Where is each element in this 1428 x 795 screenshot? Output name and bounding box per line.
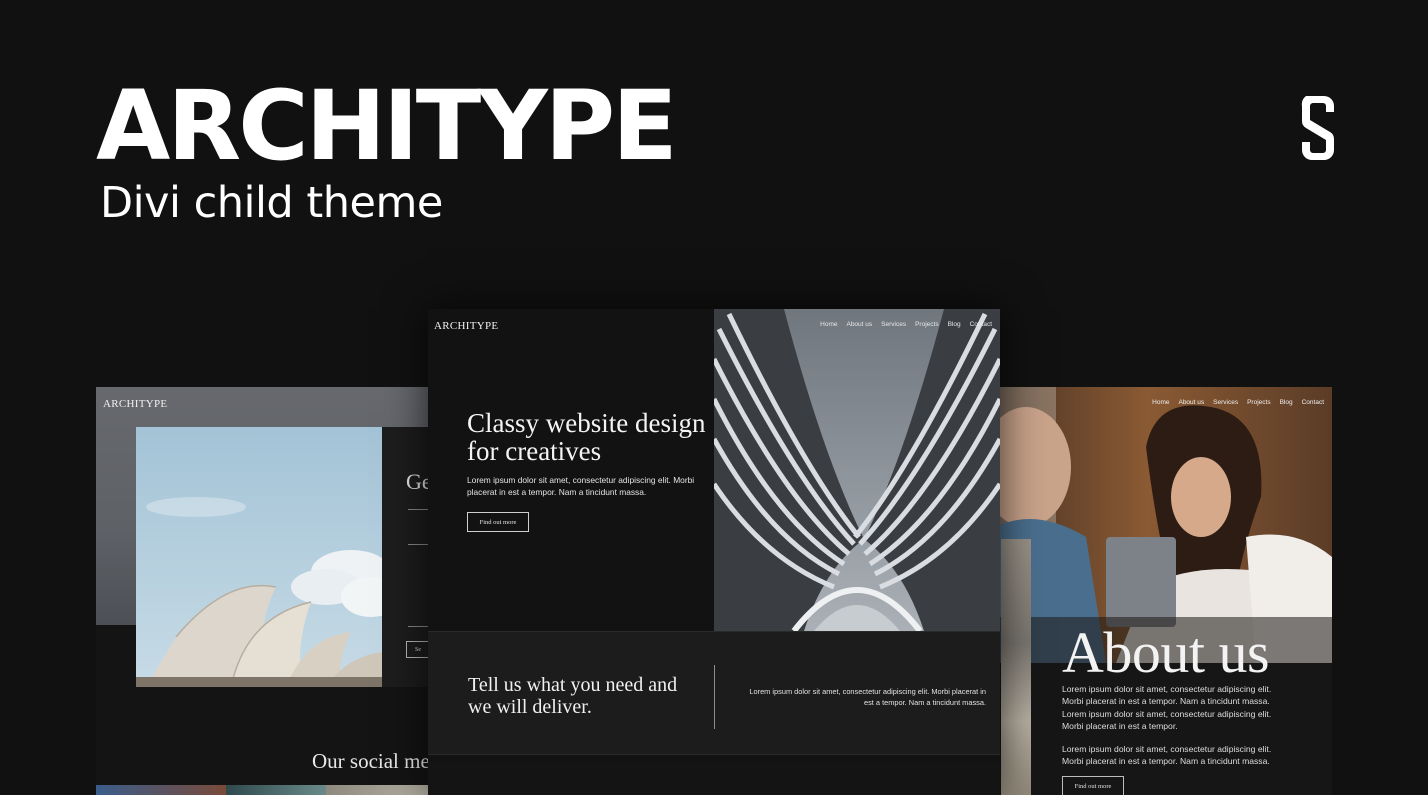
nav-home[interactable]: Home — [1152, 399, 1169, 406]
architecture-photo — [714, 309, 1000, 631]
divi-logo-icon — [1301, 96, 1335, 160]
nav-about[interactable]: About us — [846, 321, 872, 328]
cta-text: Lorem ipsum dolor sit amet, consectetur … — [749, 687, 986, 707]
nav-blog[interactable]: Blog — [1280, 399, 1293, 406]
find-out-more-button[interactable]: Find out more — [467, 512, 529, 532]
about-page-preview: Home About us Services Projects Blog Con… — [996, 387, 1332, 795]
social-image-strip — [326, 785, 436, 795]
nav-services[interactable]: Services — [1213, 399, 1238, 406]
opera-house-photo — [136, 427, 382, 687]
nav-projects[interactable]: Projects — [915, 321, 938, 328]
cta-heading: Tell us what you need and we will delive… — [468, 674, 678, 718]
hero-headline: Classy website design for creatives — [467, 408, 706, 466]
nav-services[interactable]: Services — [881, 321, 906, 328]
nav-home[interactable]: Home — [820, 321, 837, 328]
about-paragraph: Lorem ipsum dolor sit amet, consectetur … — [1062, 744, 1272, 767]
nav-blog[interactable]: Blog — [948, 321, 961, 328]
top-nav: Home About us Services Projects Blog Con… — [820, 321, 992, 328]
find-out-more-button[interactable]: Find out more — [1062, 776, 1124, 795]
nav-about[interactable]: About us — [1178, 399, 1204, 406]
brand-subtitle: Divi child theme — [100, 178, 443, 228]
footer-band — [428, 761, 1000, 795]
nav-contact[interactable]: Contact — [970, 321, 992, 328]
social-image-strip — [226, 785, 326, 795]
about-title: About us — [1062, 620, 1270, 685]
nav-projects[interactable]: Projects — [1247, 399, 1270, 406]
top-nav: Home About us Services Projects Blog Con… — [1152, 399, 1324, 406]
cta-divider — [714, 665, 715, 729]
brand-title: ARCHITYPE — [96, 70, 678, 182]
home-page-preview: ARCHITYPE Home About us Services Project… — [428, 309, 1000, 795]
side-image — [1001, 539, 1031, 795]
site-logo: ARCHITYPE — [103, 398, 168, 410]
about-paragraph: Lorem ipsum dolor sit amet, consectetur … — [1062, 684, 1272, 731]
hero-text: Lorem ipsum dolor sit amet, consectetur … — [467, 475, 695, 497]
social-heading: Our social me — [312, 749, 430, 773]
social-image-strip — [96, 785, 226, 795]
nav-contact[interactable]: Contact — [1302, 399, 1324, 406]
contact-page-preview: ARCHITYPE Ge Se Our social me — [96, 387, 436, 795]
site-logo: ARCHITYPE — [434, 320, 499, 332]
